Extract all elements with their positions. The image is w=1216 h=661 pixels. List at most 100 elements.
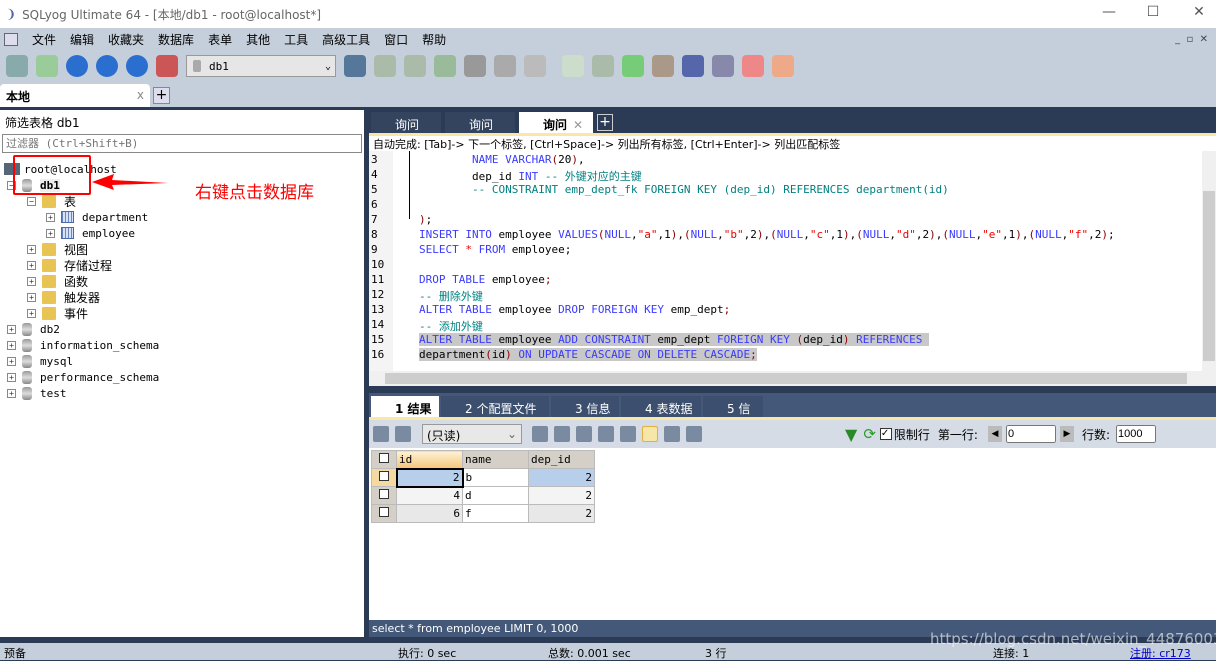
import-icon[interactable]	[434, 55, 456, 77]
editor-vertical-scrollbar[interactable]	[1202, 151, 1216, 371]
close-icon[interactable]: ✕	[573, 118, 583, 132]
maximize-button[interactable]: ☐	[1138, 4, 1168, 20]
execute-icon[interactable]	[66, 55, 88, 77]
column-header-name[interactable]: name	[462, 450, 529, 469]
database-select[interactable]: db1 ⌄	[186, 55, 336, 77]
readonly-select[interactable]: (只读) ⌄	[422, 424, 522, 444]
tree-table-employee[interactable]: + employee	[46, 225, 135, 241]
cell-id[interactable]: 2	[395, 467, 464, 488]
menu-edit[interactable]: 编辑	[70, 31, 94, 48]
tree-folder-procedures[interactable]: + 存储过程	[27, 257, 112, 273]
text-view-icon[interactable]	[686, 426, 702, 442]
table-row[interactable]: 2 b 2	[371, 467, 595, 488]
prev-page-button[interactable]: ◀	[987, 426, 1002, 442]
tree-folder-triggers[interactable]: + 触发器	[27, 289, 100, 305]
expand-icon[interactable]: +	[27, 260, 36, 270]
menu-window[interactable]: 窗口	[384, 31, 408, 48]
menu-file[interactable]: 文件	[32, 31, 56, 48]
scheduler-icon[interactable]	[682, 55, 704, 77]
tree-tables-folder[interactable]: − 表	[27, 193, 76, 209]
query-builder-icon[interactable]	[772, 55, 794, 77]
data-sync-icon[interactable]	[592, 55, 614, 77]
designer-icon[interactable]	[742, 55, 764, 77]
menu-table[interactable]: 表单	[208, 31, 232, 48]
execute-all-icon[interactable]	[96, 55, 118, 77]
add-query-tab-button[interactable]: +	[597, 114, 613, 131]
cell-name[interactable]: f	[462, 504, 529, 523]
form-view-icon[interactable]	[664, 426, 680, 442]
result-tab-results[interactable]: 1 结果	[371, 396, 439, 418]
cell-dep-id[interactable]: 2	[528, 468, 595, 487]
table-row[interactable]: 6 f 2	[371, 504, 595, 523]
refresh-icon[interactable]: ⟳	[863, 425, 876, 443]
restore-icon[interactable]	[404, 55, 426, 77]
sql-editor[interactable]: 3 NAME VARCHAR(20), 4 dep_id INT -- 外键对应的…	[369, 151, 1202, 371]
menu-favorites[interactable]: 收藏夹	[108, 31, 144, 48]
cell-name[interactable]: b	[462, 468, 529, 487]
save-icon[interactable]	[576, 426, 592, 442]
menu-advanced-tools[interactable]: 高级工具	[322, 31, 370, 48]
expand-icon[interactable]: +	[27, 244, 36, 254]
close-icon[interactable]: x	[137, 88, 144, 102]
cell-dep-id[interactable]: 2	[528, 486, 595, 505]
minimize-button[interactable]: —	[1094, 4, 1124, 20]
row-checkbox[interactable]	[371, 486, 397, 505]
menu-other[interactable]: 其他	[246, 31, 270, 48]
backup-icon[interactable]	[374, 55, 396, 77]
mdi-icon[interactable]	[4, 32, 18, 46]
row-checkbox[interactable]	[371, 504, 397, 523]
new-query-icon[interactable]	[36, 55, 58, 77]
tree-folder-views[interactable]: + 视图	[27, 241, 88, 257]
cell-id[interactable]: 4	[396, 486, 463, 505]
expand-icon[interactable]: +	[7, 340, 16, 350]
table-export-icon[interactable]	[494, 55, 516, 77]
first-row-input[interactable]	[1005, 425, 1056, 443]
expand-icon[interactable]: +	[7, 324, 16, 334]
column-header-dep-id[interactable]: dep_id	[528, 450, 595, 469]
next-page-button[interactable]: ▶	[1059, 426, 1074, 442]
duplicate-row-icon[interactable]	[554, 426, 570, 442]
result-tab-profiler[interactable]: 2 个配置文件	[441, 396, 549, 418]
close-button[interactable]: ✕	[1184, 4, 1214, 20]
query-tab-2[interactable]: 询问	[445, 112, 515, 134]
editor-horizontal-scrollbar[interactable]	[369, 371, 1216, 386]
user-manager-icon[interactable]	[344, 55, 366, 77]
schema-sync-icon[interactable]	[562, 55, 584, 77]
scroll-thumb[interactable]	[1203, 191, 1215, 361]
result-tab-info[interactable]: 5 信息	[703, 396, 763, 433]
menu-help[interactable]: 帮助	[422, 31, 446, 48]
tree-db-performance-schema[interactable]: + performance_schema	[7, 369, 159, 385]
insert-row-icon[interactable]	[532, 426, 548, 442]
copy-table-icon[interactable]	[524, 55, 546, 77]
export-grid-icon[interactable]	[464, 55, 486, 77]
expand-icon[interactable]: +	[7, 372, 16, 382]
menu-database[interactable]: 数据库	[158, 31, 194, 48]
migration-icon[interactable]	[652, 55, 674, 77]
expand-icon[interactable]: +	[27, 292, 36, 302]
limit-rows-checkbox[interactable]: ✓	[879, 428, 892, 440]
select-all-checkbox[interactable]	[371, 450, 397, 469]
execute-edit-icon[interactable]	[126, 55, 148, 77]
mdi-controls[interactable]: _ ▫ ✕	[1175, 34, 1208, 45]
menu-tools[interactable]: 工具	[284, 31, 308, 48]
delete-icon[interactable]	[598, 426, 614, 442]
cancel-icon[interactable]	[620, 426, 636, 442]
rows-input[interactable]	[1116, 425, 1156, 443]
expand-icon[interactable]: +	[27, 276, 36, 286]
tree-folder-functions[interactable]: + 函数	[27, 273, 88, 289]
connection-tab[interactable]: 本地 x	[0, 84, 150, 107]
cell-dep-id[interactable]: 2	[528, 504, 595, 523]
cell-id[interactable]: 6	[396, 504, 463, 523]
tree-table-department[interactable]: + department	[46, 209, 148, 225]
filter-icon[interactable]: ▼	[845, 425, 857, 444]
tree-db-db2[interactable]: + db2	[7, 321, 60, 337]
tree-folder-events[interactable]: + 事件	[27, 305, 88, 321]
result-tab-messages[interactable]: 3 信息	[551, 396, 619, 418]
add-tab-button[interactable]: +	[153, 87, 170, 104]
query-tab-3[interactable]: 询问 ✕	[519, 112, 593, 134]
report-icon[interactable]	[712, 55, 734, 77]
export-icon[interactable]	[373, 426, 389, 442]
import-menu-icon[interactable]	[395, 426, 411, 442]
grid-view-icon[interactable]	[642, 426, 658, 442]
expand-icon[interactable]: +	[7, 388, 16, 398]
